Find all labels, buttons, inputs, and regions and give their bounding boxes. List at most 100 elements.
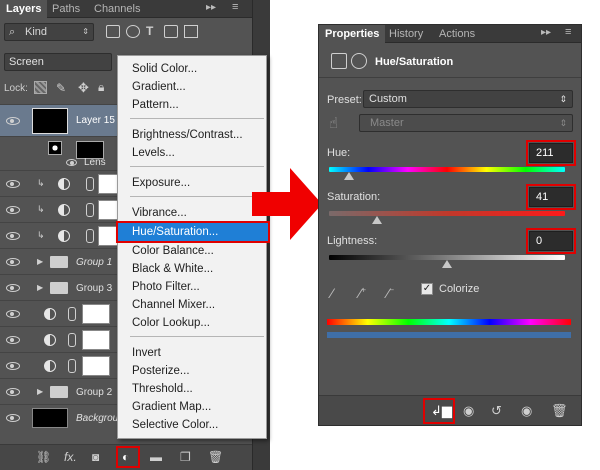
- tab-actions[interactable]: Actions: [433, 25, 481, 43]
- eyedropper-icon[interactable]: ⁄: [331, 285, 333, 301]
- menu-item-hue-saturation[interactable]: Hue/Saturation...: [116, 221, 270, 243]
- link-chain-icon[interactable]: [86, 229, 94, 243]
- panel-menu-icon[interactable]: ≡: [565, 26, 571, 38]
- menu-item-posterize[interactable]: Posterize...: [118, 362, 266, 380]
- adjustment-icon: [44, 360, 56, 372]
- visibility-eye-icon[interactable]: [6, 206, 20, 214]
- panel-collapse-icon[interactable]: ▸▸: [206, 2, 216, 13]
- tab-layers[interactable]: Layers: [0, 0, 48, 18]
- menu-item-threshold[interactable]: Threshold...: [118, 380, 266, 398]
- hue-slider-thumb[interactable]: [344, 172, 355, 180]
- lock-transparent-icon[interactable]: [34, 81, 47, 94]
- effect-name[interactable]: Lens: [84, 157, 106, 168]
- new-layer-icon[interactable]: ❐: [180, 450, 191, 464]
- adjustment-icon: [58, 204, 70, 216]
- visibility-eye-icon[interactable]: [6, 284, 20, 292]
- visibility-eye-icon[interactable]: [6, 336, 20, 344]
- menu-item-channel-mixer[interactable]: Channel Mixer...: [118, 296, 266, 314]
- colorize-checkbox[interactable]: ✓: [421, 283, 433, 295]
- fx-icon[interactable]: fx.: [64, 450, 77, 464]
- lightness-slider-thumb[interactable]: [442, 260, 452, 268]
- pixel-filter-icon[interactable]: [106, 25, 120, 38]
- visibility-eye-icon[interactable]: [6, 310, 20, 318]
- mask-icon[interactable]: [351, 53, 367, 69]
- view-previous-icon[interactable]: ◉: [463, 403, 474, 419]
- saturation-value-field[interactable]: 41: [526, 184, 576, 210]
- blend-mode-select[interactable]: Screen: [4, 53, 112, 71]
- group-name[interactable]: Group 2: [76, 387, 112, 398]
- lightness-value-field[interactable]: 0: [526, 228, 576, 254]
- hue-slider-track[interactable]: [329, 167, 565, 172]
- visibility-eye-icon[interactable]: [66, 159, 77, 166]
- tab-history[interactable]: History: [383, 25, 429, 43]
- shape-filter-icon[interactable]: [164, 25, 178, 38]
- link-chain-icon[interactable]: [68, 333, 76, 347]
- menu-item-brightness-contrast[interactable]: Brightness/Contrast...: [118, 126, 266, 144]
- menu-item-gradient-map[interactable]: Gradient Map...: [118, 398, 266, 416]
- channel-select[interactable]: Master ⇕: [359, 114, 573, 132]
- preset-select[interactable]: Custom ⇕: [363, 90, 573, 108]
- expand-triangle-icon[interactable]: ▶: [37, 387, 43, 396]
- menu-item-solid-color[interactable]: Solid Color...: [118, 60, 266, 78]
- visibility-eye-icon[interactable]: [6, 388, 20, 396]
- expand-triangle-icon[interactable]: ▶: [37, 283, 43, 292]
- menu-item-color-balance[interactable]: Color Balance...: [118, 242, 266, 260]
- reset-icon[interactable]: ↺: [491, 403, 502, 419]
- lock-all-icon[interactable]: 🔒︎: [98, 80, 104, 95]
- adjustment-filter-icon[interactable]: [126, 25, 140, 38]
- visibility-eye-icon[interactable]: [6, 117, 20, 125]
- layer-name[interactable]: Layer 15: [76, 115, 115, 126]
- new-group-icon[interactable]: ▬: [150, 450, 162, 464]
- hue-value-field[interactable]: 211: [526, 140, 576, 166]
- panel-collapse-icon[interactable]: ▸▸: [541, 27, 551, 38]
- visibility-eye-icon[interactable]: [6, 258, 20, 266]
- link-chain-icon[interactable]: [68, 359, 76, 373]
- link-chain-icon[interactable]: [68, 307, 76, 321]
- link-layers-icon[interactable]: ⛓: [36, 450, 51, 464]
- saturation-slider-track[interactable]: [329, 211, 565, 216]
- link-chain-icon[interactable]: [86, 177, 94, 191]
- adjustment-type-icon[interactable]: [331, 53, 347, 69]
- menu-item-exposure[interactable]: Exposure...: [118, 174, 266, 192]
- menu-item-color-lookup[interactable]: Color Lookup...: [118, 314, 266, 332]
- visibility-eye-icon[interactable]: [6, 414, 20, 422]
- visibility-eye-icon[interactable]: [6, 180, 20, 188]
- hand-tool-icon[interactable]: ☝: [329, 114, 338, 132]
- colorize-label: Colorize: [439, 283, 480, 295]
- clip-arrow-icon: ↳: [37, 178, 45, 188]
- group-name[interactable]: Group 3: [76, 283, 112, 294]
- saturation-slider-thumb[interactable]: [372, 216, 383, 224]
- expand-triangle-icon[interactable]: ▶: [37, 257, 43, 266]
- eyedropper-minus-icon[interactable]: ⁄−: [387, 285, 394, 301]
- link-chain-icon[interactable]: [86, 203, 94, 217]
- menu-item-pattern[interactable]: Pattern...: [118, 96, 266, 114]
- folder-icon: [50, 386, 68, 398]
- filter-kind-select[interactable]: ⌕ Kind ⇕: [4, 23, 94, 41]
- visibility-eye-icon[interactable]: [6, 232, 20, 240]
- menu-item-vibrance[interactable]: Vibrance...: [118, 204, 266, 222]
- mask-thumbnail: [82, 330, 110, 350]
- trash-icon[interactable]: 🗑︎: [551, 403, 568, 419]
- group-name[interactable]: Group 1: [76, 257, 112, 268]
- menu-item-black-white[interactable]: Black & White...: [118, 260, 266, 278]
- lock-brush-icon[interactable]: ✎: [56, 81, 66, 95]
- visibility-eye-icon[interactable]: [6, 362, 20, 370]
- trash-icon[interactable]: 🗑︎: [208, 450, 223, 464]
- add-mask-icon[interactable]: ◙: [92, 450, 99, 464]
- smart-object-filter-icon[interactable]: [184, 25, 198, 38]
- filter-row: ⌕ Kind ⇕ T: [0, 20, 270, 44]
- tab-channels[interactable]: Channels: [88, 0, 146, 18]
- visibility-eye-icon[interactable]: ◉: [521, 403, 532, 419]
- type-filter-icon[interactable]: T: [146, 24, 153, 38]
- menu-item-invert[interactable]: Invert: [118, 344, 266, 362]
- menu-item-gradient[interactable]: Gradient...: [118, 78, 266, 96]
- menu-item-selective-color[interactable]: Selective Color...: [118, 416, 266, 434]
- tab-paths[interactable]: Paths: [46, 0, 86, 18]
- eyedropper-plus-icon[interactable]: ⁄+: [359, 285, 366, 301]
- panel-menu-icon[interactable]: ≡: [232, 1, 238, 13]
- menu-item-levels[interactable]: Levels...: [118, 144, 266, 162]
- tab-properties[interactable]: Properties: [319, 25, 386, 43]
- lock-move-icon[interactable]: ✥: [78, 80, 89, 96]
- properties-bottom-bar: ↲▆ ◉ ↺ ◉ 🗑︎: [319, 395, 581, 425]
- menu-item-photo-filter[interactable]: Photo Filter...: [118, 278, 266, 296]
